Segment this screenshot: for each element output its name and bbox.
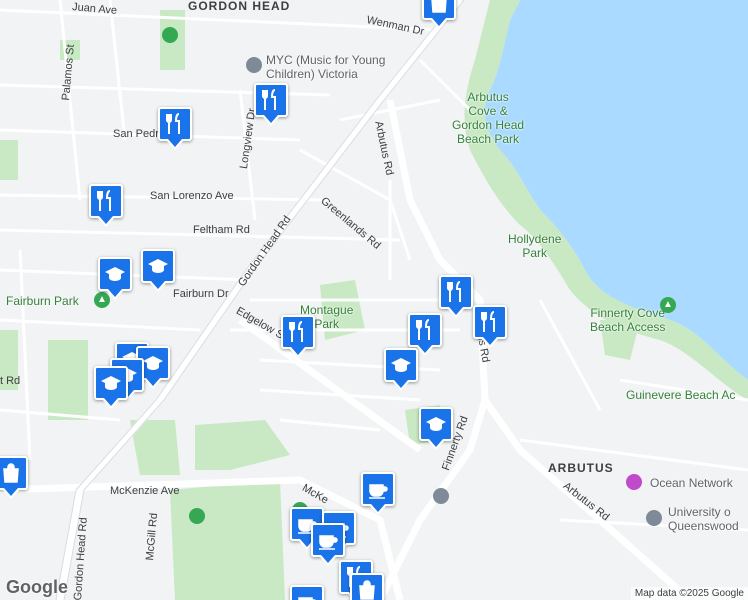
park-label-finnerty-cove: Finnerty Cove Beach Access [590, 306, 665, 334]
road-label: Fairburn Dr [173, 288, 229, 300]
restaurant-marker[interactable] [89, 184, 123, 227]
park-label-line: Gordon Head [452, 118, 525, 132]
park-label-line: Cove & [468, 104, 508, 118]
cafe-marker[interactable] [290, 585, 324, 600]
restaurant-marker[interactable] [158, 107, 192, 150]
poi-label-line: Queenswood [668, 519, 739, 533]
cafe-marker[interactable] [361, 472, 395, 515]
graduation-cap-icon [391, 358, 411, 372]
shopping-bag-icon [431, 0, 447, 13]
park-area [48, 340, 88, 420]
poi-label-ocean-networks: Ocean Network [650, 476, 733, 490]
school-poi-icon [246, 57, 262, 73]
restaurant-marker[interactable] [473, 305, 507, 348]
google-logo: Google [6, 577, 68, 597]
park-label-arbutus-cove: Arbutus Cove & Gordon Head Beach Park [452, 90, 524, 146]
park-label-fairburn: Fairburn Park [6, 294, 79, 308]
shopping-marker[interactable] [0, 456, 28, 499]
park-label-line: Finnerty Cove [590, 306, 666, 320]
fork-knife-icon [416, 319, 430, 340]
fork-knife-icon [262, 89, 276, 110]
cafe-marker[interactable] [311, 523, 345, 566]
poi-label-line: University o [668, 505, 731, 519]
school-marker[interactable] [384, 348, 418, 391]
shopping-marker[interactable] [422, 0, 456, 29]
district-label: ARBUTUS [548, 461, 614, 475]
graduation-cap-icon [426, 417, 446, 431]
coffee-cup-icon [319, 535, 338, 550]
school-poi-icon [433, 488, 449, 504]
park-label-line: Beach Park [457, 132, 520, 146]
park-label-line: Arbutus [467, 90, 509, 104]
park-area [170, 480, 285, 600]
coffee-cup-icon [369, 484, 388, 499]
map-canvas[interactable]: Juan Ave Wenman Dr Palamos St San Pedro … [0, 0, 748, 600]
map-attribution[interactable]: Map data ©2025 Google [630, 587, 748, 600]
activity-poi-icon [189, 508, 205, 524]
park-area [0, 140, 18, 180]
fork-knife-icon [166, 113, 180, 134]
graduation-cap-icon [105, 267, 125, 281]
shopping-bag-icon [3, 463, 19, 483]
museum-poi-icon [626, 474, 642, 490]
graduation-cap-icon [148, 259, 168, 273]
fork-knife-icon [289, 321, 303, 342]
poi-label-myc: MYC (Music for Young Children) Victoria [266, 53, 385, 81]
fork-knife-icon [481, 311, 495, 332]
graduation-cap-icon [143, 356, 163, 370]
road-label: San Lorenzo Ave [150, 190, 234, 202]
school-poi-icon [646, 510, 662, 526]
poi-label-university: University o Queenswood [668, 505, 739, 533]
park-label-hollydene: Hollydene Park [508, 232, 561, 260]
restaurant-marker[interactable] [281, 315, 315, 358]
park-area [195, 420, 290, 470]
coffee-cup-icon [298, 597, 316, 600]
park-label-guinevere: Guinevere Beach Ac [626, 388, 736, 402]
shopping-marker[interactable] [350, 573, 384, 600]
school-marker[interactable] [98, 257, 132, 300]
road-label: t Rd [0, 375, 21, 387]
fork-knife-icon [97, 190, 111, 211]
restaurant-marker[interactable] [254, 83, 288, 126]
road-label: McKenzie Ave [110, 485, 180, 497]
shopping-bag-icon [359, 580, 375, 600]
park-label-line: Hollydene [508, 232, 562, 246]
fork-knife-icon [447, 281, 461, 302]
school-marker[interactable] [141, 249, 175, 292]
park-label-line: Beach Access [590, 320, 666, 334]
district-label: GORDON HEAD [188, 0, 291, 13]
tree-icon: ▲ [660, 297, 676, 313]
restaurant-marker[interactable] [439, 275, 473, 318]
road-label: Feltham Rd [193, 224, 250, 236]
restaurant-marker[interactable] [408, 313, 442, 356]
park-label-line: Park [522, 246, 548, 260]
poi-label-line: MYC (Music for Young [266, 53, 386, 67]
graduation-cap-icon [101, 376, 121, 390]
school-marker[interactable] [94, 366, 128, 409]
place-pin-icon [162, 27, 178, 43]
school-marker[interactable] [419, 407, 453, 450]
poi-label-line: Children) Victoria [266, 67, 358, 81]
